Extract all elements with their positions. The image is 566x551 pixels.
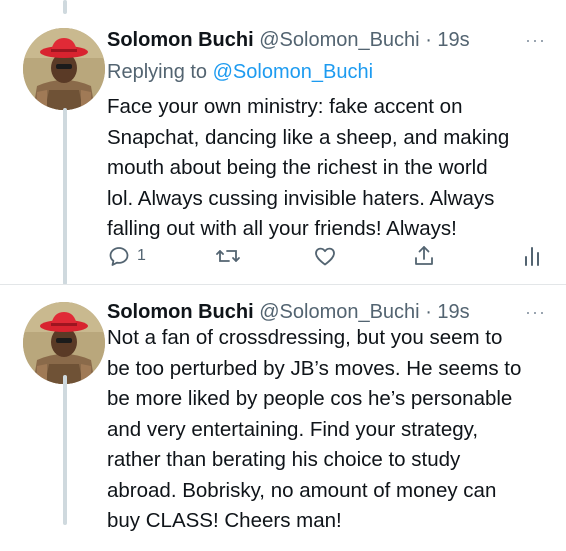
share-button[interactable] (412, 241, 436, 271)
thread-line (63, 375, 67, 525)
profile-avatar-icon (23, 302, 105, 384)
share-icon (415, 246, 433, 265)
timestamp[interactable]: 19s (437, 29, 469, 51)
analytics-icon (525, 247, 539, 266)
retweet-button[interactable] (215, 241, 241, 271)
replying-to: Replying to @Solomon_Buchi (107, 58, 373, 86)
timestamp[interactable]: 19s (437, 301, 469, 323)
tweet-2[interactable]: Solomon Buchi @Solomon_Buchi · 19s ··· N… (0, 285, 566, 551)
reply-icon (109, 247, 129, 266)
avatar[interactable] (23, 302, 105, 384)
avatar[interactable] (23, 28, 105, 110)
author-name[interactable]: Solomon Buchi (107, 301, 254, 323)
analytics-button[interactable] (520, 241, 544, 271)
author-handle[interactable]: @Solomon_Buchi (259, 301, 419, 323)
like-button[interactable] (313, 241, 337, 271)
tweet-text: Not a fan of crossdressing, but you seem… (107, 326, 522, 532)
heart-icon (315, 247, 335, 266)
tweet-actions: 1 (107, 241, 547, 271)
author-handle[interactable]: @Solomon_Buchi (259, 29, 419, 51)
reply-button[interactable]: 1 (107, 241, 146, 271)
replying-prefix: Replying to (107, 61, 208, 83)
tweet-header: Solomon Buchi @Solomon_Buchi · 19s ··· (107, 25, 546, 55)
thread-line-top (63, 0, 67, 14)
reply-count: 1 (137, 247, 146, 264)
profile-avatar-icon (23, 28, 105, 110)
separator-dot: · (425, 29, 432, 51)
more-icon[interactable]: ··· (525, 25, 546, 55)
tweet-1[interactable]: Solomon Buchi @Solomon_Buchi · 19s ··· R… (0, 0, 566, 285)
separator-dot: · (425, 301, 432, 323)
thread-line (63, 108, 67, 285)
retweet-icon (216, 250, 240, 262)
tweet-text: Face your own ministry: fake accent on S… (107, 95, 510, 240)
replying-mention-link[interactable]: @Solomon_Buchi (213, 61, 373, 83)
author-name[interactable]: Solomon Buchi (107, 29, 254, 51)
